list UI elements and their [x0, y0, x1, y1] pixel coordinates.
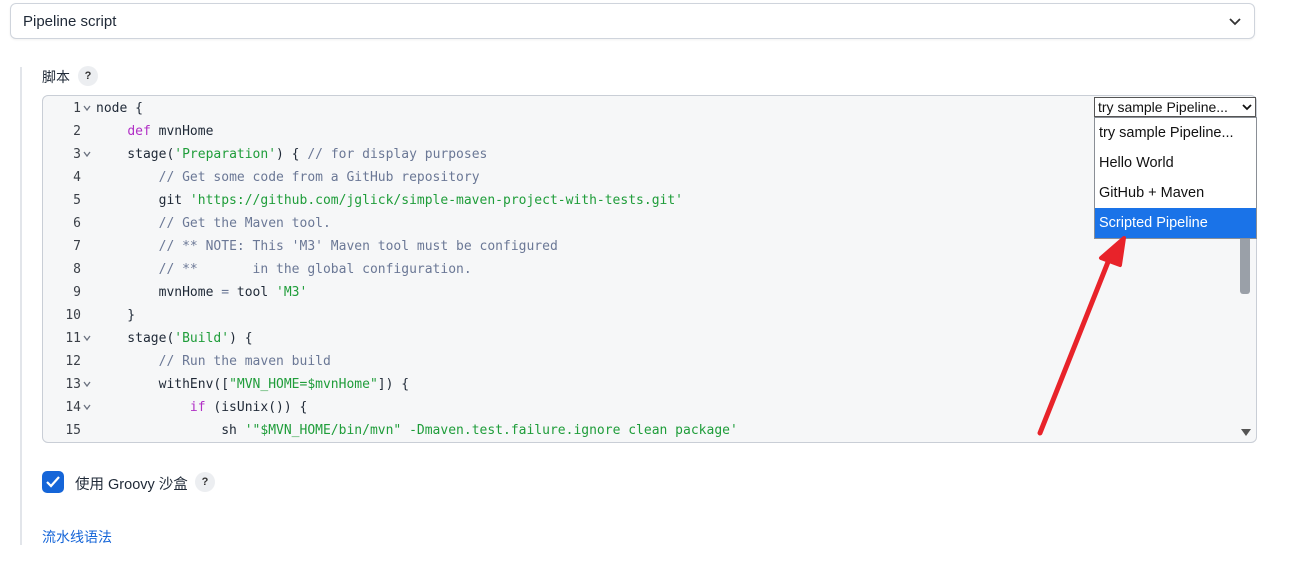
sandbox-help-icon[interactable]: ?: [195, 472, 215, 492]
line-number: 1: [73, 101, 81, 116]
groovy-sandbox-label: 使用 Groovy 沙盒: [75, 477, 188, 493]
code-line[interactable]: 11 stage('Build') {: [43, 327, 1093, 350]
groovy-sandbox-checkbox[interactable]: [42, 471, 64, 493]
chevron-down-icon: [1242, 104, 1252, 111]
code-line[interactable]: 3 stage('Preparation') { // for display …: [43, 143, 1093, 166]
code-line[interactable]: 7 // ** NOTE: This 'M3' Maven tool must …: [43, 235, 1093, 258]
line-number: 8: [73, 262, 81, 277]
pipeline-syntax-link[interactable]: 流水线语法: [42, 527, 112, 547]
section-divider: [20, 67, 22, 545]
code-text: sh '"$MVN_HOME/bin/mvn" -Dmaven.test.fai…: [96, 423, 738, 438]
sample-pipeline-dropdown: try sample Pipeline... Hello World GitHub …: [1094, 117, 1257, 239]
code-text: node {: [96, 101, 143, 116]
code-line[interactable]: 6 // Get the Maven tool.: [43, 212, 1093, 235]
code-text: // Get some code from a GitHub repositor…: [158, 170, 480, 185]
script-editor[interactable]: 1 node {2 def mvnHome 3 stage('Preparation…: [42, 95, 1257, 443]
fold-toggle-icon[interactable]: [83, 403, 91, 411]
code-line[interactable]: 14 if (isUnix()) {: [43, 396, 1093, 419]
line-number: 12: [65, 354, 81, 369]
code-text: if (isUnix()) {: [189, 400, 308, 415]
line-number: 9: [73, 285, 81, 300]
code-line[interactable]: 4 // Get some code from a GitHub reposit…: [43, 166, 1093, 189]
line-number: 7: [73, 239, 81, 254]
line-number: 14: [65, 400, 81, 415]
code-text: // Get the Maven tool.: [158, 216, 331, 231]
line-number: 4: [73, 170, 81, 185]
definition-select-value: Pipeline script: [23, 13, 117, 30]
code-text: withEnv(["MVN_HOME=$mvnHome"]) {: [96, 377, 410, 392]
line-number: 11: [65, 331, 81, 346]
code-text: mvnHome = tool 'M3': [96, 285, 308, 300]
line-number: 5: [73, 193, 81, 208]
line-number: 10: [65, 308, 81, 323]
code-text: }: [96, 308, 136, 323]
code-text: def mvnHome: [127, 124, 214, 139]
chevron-down-icon: [1229, 18, 1241, 26]
checkmark-icon: [46, 476, 60, 488]
line-number: 13: [65, 377, 81, 392]
dropdown-option[interactable]: Scripted Pipeline: [1095, 208, 1256, 238]
sample-pipeline-select[interactable]: try sample Pipeline...: [1094, 97, 1256, 117]
code-line[interactable]: 8 // ** in the global configuration.: [43, 258, 1093, 281]
resize-grip-icon[interactable]: [1240, 426, 1252, 438]
code-line[interactable]: 2 def mvnHome: [43, 120, 1093, 143]
code-text: // ** in the global configuration.: [158, 262, 472, 277]
code-line[interactable]: 10 }: [43, 304, 1093, 327]
code-line[interactable]: 15 sh '"$MVN_HOME/bin/mvn" -Dmaven.test.…: [43, 419, 1093, 442]
script-help-icon[interactable]: ?: [78, 66, 98, 86]
line-number: 15: [65, 423, 81, 438]
fold-toggle-icon[interactable]: [83, 380, 91, 388]
sample-pipeline-select-value: try sample Pipeline...: [1098, 99, 1228, 115]
code-text: git 'https://github.com/jglick/simple-ma…: [96, 193, 684, 208]
dropdown-option[interactable]: GitHub + Maven: [1095, 178, 1256, 208]
code-text: stage('Preparation') { // for display pu…: [96, 147, 488, 162]
code-line[interactable]: 9 mvnHome = tool 'M3': [43, 281, 1093, 304]
code-text: stage('Build') {: [96, 331, 253, 346]
line-number: 3: [73, 147, 81, 162]
code-text: // Run the maven build: [158, 354, 331, 369]
line-number: 6: [73, 216, 81, 231]
code-line[interactable]: 1 node {: [43, 97, 1093, 120]
fold-toggle-icon[interactable]: [83, 334, 91, 342]
code-line[interactable]: 13 withEnv(["MVN_HOME=$mvnHome"]) {: [43, 373, 1093, 396]
definition-select[interactable]: Pipeline script: [10, 3, 1255, 39]
code-line[interactable]: 12 // Run the maven build: [43, 350, 1093, 373]
line-number: 2: [73, 124, 81, 139]
editor-scrollbar[interactable]: [1240, 236, 1250, 294]
dropdown-option[interactable]: Hello World: [1095, 148, 1256, 178]
fold-toggle-icon[interactable]: [83, 150, 91, 158]
code-text: // ** NOTE: This 'M3' Maven tool must be…: [158, 239, 558, 254]
script-label: 脚本: [42, 69, 70, 85]
fold-toggle-icon[interactable]: [83, 104, 91, 112]
code-line[interactable]: 5 git 'https://github.com/jglick/simple-…: [43, 189, 1093, 212]
dropdown-option[interactable]: try sample Pipeline...: [1095, 118, 1256, 148]
